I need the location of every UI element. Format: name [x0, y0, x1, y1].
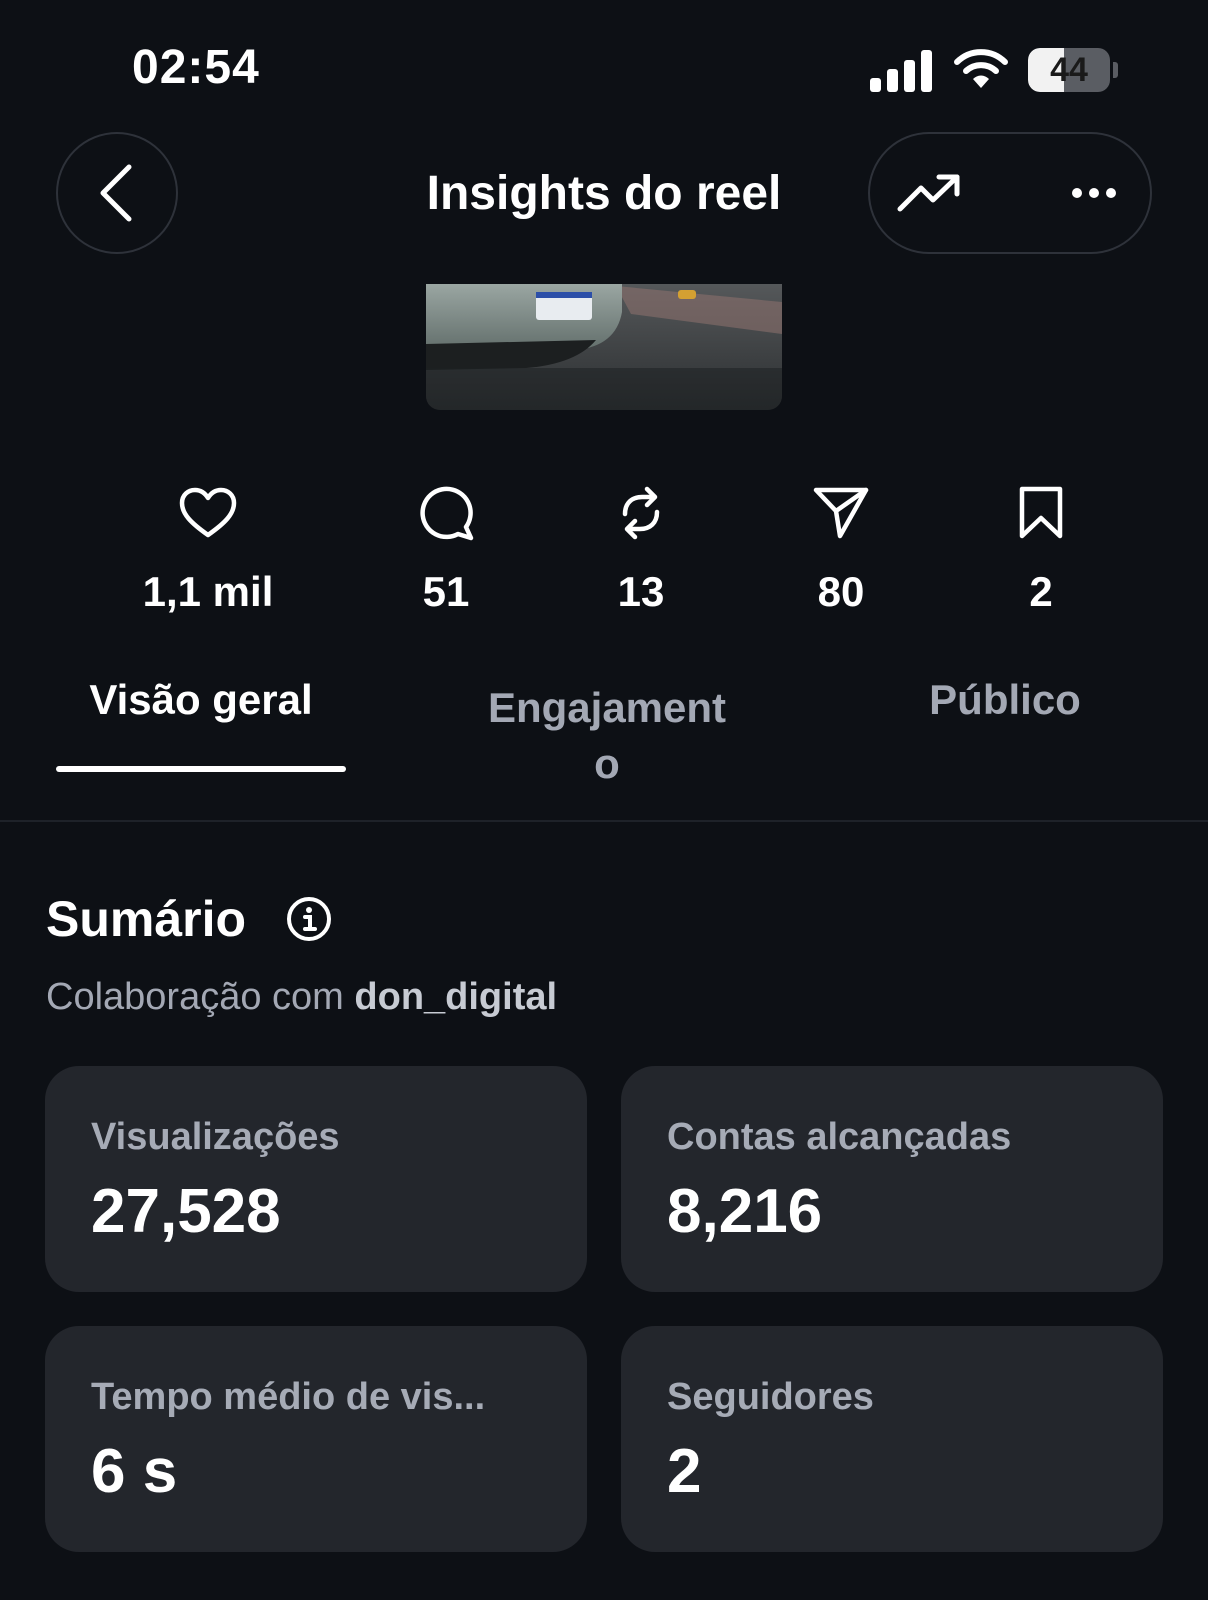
saves-count: 2 [1029, 568, 1053, 615]
accounts-reached-card[interactable]: Contas alcançadas 8,216 [621, 1066, 1163, 1292]
tab-audience[interactable]: Público [880, 676, 1130, 724]
summary-title: Sumário [46, 891, 247, 947]
heart-icon [179, 487, 237, 538]
saves-stat: 2 [951, 478, 1131, 616]
tab-overview[interactable]: Visão geral [56, 676, 346, 724]
divider [0, 820, 1208, 822]
reposts-stat: 13 [551, 478, 731, 616]
tab-engagement[interactable]: Engajament o [462, 680, 752, 792]
back-button[interactable] [56, 132, 178, 254]
share-icon [813, 487, 869, 539]
views-value: 27,528 [91, 1177, 281, 1246]
followers-card[interactable]: Seguidores 2 [621, 1326, 1163, 1552]
views-label: Visualizações [91, 1116, 340, 1158]
avg-watch-time-label: Tempo médio de vis... [91, 1376, 486, 1418]
accounts-reached-label: Contas alcançadas [667, 1116, 1012, 1158]
likes-stat: 1,1 mil [118, 478, 298, 616]
trend-up-icon [897, 174, 960, 212]
shares-count: 80 [817, 568, 865, 615]
more-options-button[interactable] [1054, 156, 1134, 230]
reel-thumbnail[interactable] [426, 284, 782, 410]
header-actions [868, 132, 1152, 254]
followers-value: 2 [667, 1437, 702, 1506]
likes-count: 1,1 mil [142, 568, 274, 615]
active-tab-indicator [56, 766, 346, 772]
info-icon[interactable] [286, 896, 332, 942]
accounts-reached-value: 8,216 [667, 1177, 823, 1246]
signal-icon [870, 50, 932, 92]
comments-count: 51 [422, 568, 470, 615]
collaborator-username[interactable]: don_digital [354, 976, 557, 1018]
battery-level: 44 [1050, 51, 1088, 89]
collaboration-prefix: Colaboração com [46, 976, 344, 1018]
battery-icon: 44 [1028, 48, 1118, 92]
more-icon [1072, 188, 1116, 198]
views-card[interactable]: Visualizações 27,528 [45, 1066, 587, 1292]
shares-stat: 80 [751, 478, 931, 616]
wifi-icon [954, 49, 1008, 88]
status-time: 02:54 [132, 41, 260, 94]
avg-watch-time-value: 6 s [91, 1437, 178, 1506]
reel-thumbnail-image [426, 284, 782, 410]
avg-watch-time-card[interactable]: Tempo médio de vis... 6 s [45, 1326, 587, 1552]
tab-engagement-label: Engajament o [487, 684, 727, 787]
comments-stat: 51 [356, 478, 536, 616]
followers-label: Seguidores [667, 1376, 874, 1418]
trend-button[interactable] [890, 156, 970, 230]
comment-icon [420, 486, 474, 541]
page-title: Insights do reel [426, 167, 782, 220]
chevron-left-icon [100, 164, 132, 222]
collaboration-text: Colaboração com don_digital [46, 976, 557, 1019]
repost-icon [622, 486, 660, 540]
reposts-count: 13 [617, 568, 665, 615]
bookmark-icon [1019, 486, 1063, 539]
